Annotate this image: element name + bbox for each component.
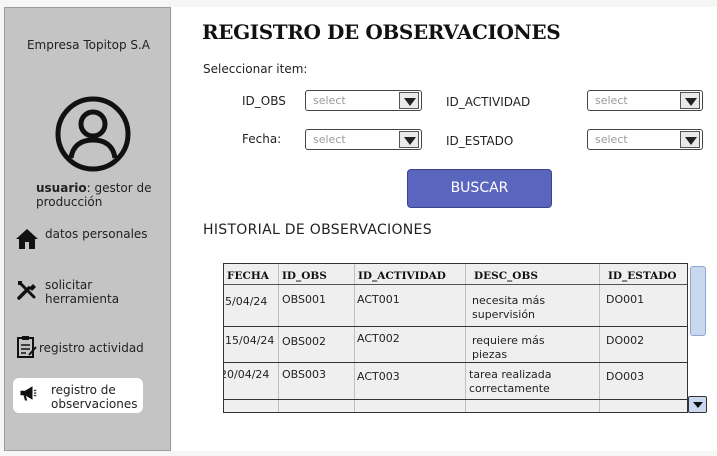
sidebar: Empresa Topitop S.A usuario: gestor de p… xyxy=(4,7,171,451)
column-header[interactable]: FECHA xyxy=(227,270,269,282)
select-placeholder: select xyxy=(595,94,628,107)
megaphone-icon xyxy=(20,386,37,401)
scroll-down-icon[interactable] xyxy=(688,396,707,413)
column-header[interactable]: ID_ACTIVIDAD xyxy=(358,270,446,282)
table-cell: OBS001 xyxy=(282,293,326,306)
search-button[interactable]: BUSCAR xyxy=(407,169,552,208)
history-title: HISTORIAL DE OBSERVACIONES xyxy=(203,222,432,238)
nav-item-solicitar-herramienta[interactable]: solicitar herramienta xyxy=(15,278,165,314)
select-placeholder: select xyxy=(313,133,346,146)
filter-label-id-actividad: ID_ACTIVIDAD xyxy=(446,95,531,109)
table-cell: ACT002 xyxy=(357,332,400,345)
nav-item-label: datos personales xyxy=(45,227,148,241)
table-cell: OBS003 xyxy=(282,368,326,381)
page-title: REGISTRO DE OBSERVACIONES xyxy=(202,20,561,44)
select-fecha[interactable]: select xyxy=(305,129,422,150)
nav-item-datos-personales[interactable]: datos personales xyxy=(15,227,165,263)
table-cell: DO003 xyxy=(606,370,645,383)
observations-table: FECHA ID_OBS ID_ACTIVIDAD DESC_OBS ID_ES… xyxy=(223,263,688,413)
nav-item-registro-actividad[interactable]: registro actividad xyxy=(15,335,165,359)
chevron-down-icon xyxy=(399,92,419,109)
user-info: usuario: gestor de producción xyxy=(36,181,168,209)
chevron-down-icon xyxy=(399,131,419,148)
nav-item-label: registro de observaciones xyxy=(51,383,138,411)
table-cell: tarea realizada correctamente xyxy=(469,368,552,395)
nav-item-registro-observaciones[interactable]: registro de observaciones xyxy=(13,378,143,413)
filter-label-id-obs: ID_OBS xyxy=(242,94,286,108)
company-name: Empresa Topitop S.A xyxy=(26,38,151,52)
chevron-down-icon xyxy=(680,92,700,109)
select-id-obs[interactable]: select xyxy=(305,90,422,111)
table-cell: DO002 xyxy=(606,334,645,347)
table-cell: necesita más supervisión xyxy=(472,294,546,321)
select-placeholder: select xyxy=(313,94,346,107)
user-label: usuario xyxy=(36,181,87,195)
user-avatar-icon xyxy=(55,96,131,172)
tools-icon xyxy=(17,281,36,300)
select-id-actividad[interactable]: select xyxy=(587,90,703,111)
nav-item-label: solicitar herramienta xyxy=(45,278,120,306)
table-cell: requiere más piezas xyxy=(472,334,545,361)
column-header[interactable]: DESC_OBS xyxy=(474,270,538,282)
select-id-estado[interactable]: select xyxy=(587,129,703,150)
table-cell: 15/04/24 xyxy=(225,334,275,347)
select-item-label: Seleccionar item: xyxy=(203,62,308,76)
filter-label-fecha: Fecha: xyxy=(242,132,282,146)
nav-item-label: registro actividad xyxy=(39,341,144,355)
column-header[interactable]: ID_OBS xyxy=(282,270,327,282)
filter-label-id-estado: ID_ESTADO xyxy=(446,134,514,148)
table-cell: ACT003 xyxy=(357,370,400,383)
table-cell: ACT001 xyxy=(357,293,400,306)
table-cell: OBS002 xyxy=(282,335,326,348)
clipboard-icon xyxy=(17,336,37,358)
select-placeholder: select xyxy=(595,133,628,146)
table-cell: 20/04/24 xyxy=(223,368,270,381)
home-icon xyxy=(16,229,38,249)
table-cell: DO001 xyxy=(606,293,645,306)
table-cell: 5/04/24 xyxy=(225,295,268,308)
scrollbar-thumb[interactable] xyxy=(690,266,706,336)
column-header[interactable]: ID_ESTADO xyxy=(608,270,677,282)
chevron-down-icon xyxy=(680,131,700,148)
